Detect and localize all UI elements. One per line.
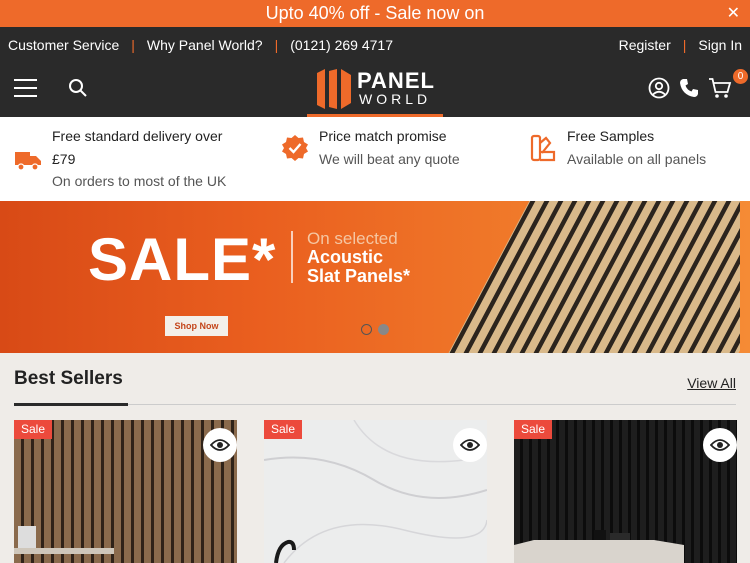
logo-mark-icon: [317, 69, 351, 109]
section-title-underline: [14, 403, 128, 406]
hero-line2: Acoustic: [307, 247, 384, 267]
carousel-dot-2[interactable]: [378, 324, 389, 335]
hero-line3: Slat Panels*: [307, 266, 411, 286]
promo-text: Upto 40% off - Sale now on: [265, 3, 485, 23]
utility-bar: Customer Service | Why Panel World? | (0…: [0, 27, 750, 63]
usp-price-match-title: Price match promise: [319, 128, 447, 144]
account-icon[interactable]: [648, 77, 670, 99]
hero-divider: [291, 231, 293, 283]
carousel-dots: [361, 324, 389, 335]
product-card[interactable]: Sale: [14, 420, 237, 563]
shop-now-button[interactable]: Shop Now: [165, 316, 228, 336]
product-card[interactable]: Sale: [264, 420, 487, 563]
hero-headline: SALE*: [88, 226, 277, 293]
promo-banner[interactable]: Upto 40% off - Sale now on ✕: [0, 0, 750, 27]
usp-price-match-sub: We will beat any quote: [319, 150, 460, 167]
sale-badge: Sale: [514, 420, 552, 439]
usp-delivery-title: Free standard delivery over: [52, 128, 223, 144]
hero-line1: On selected: [307, 229, 398, 248]
menu-icon[interactable]: [14, 79, 37, 97]
separator: |: [274, 37, 279, 53]
truck-icon: [15, 152, 41, 171]
why-panel-world-link[interactable]: Why Panel World?: [147, 37, 263, 53]
view-all-link[interactable]: View All: [687, 375, 736, 391]
samples-icon: [530, 134, 556, 162]
customer-service-link[interactable]: Customer Service: [8, 37, 119, 53]
search-icon[interactable]: [68, 78, 88, 98]
usp-delivery-sub: On orders to most of the UK: [52, 173, 227, 189]
usp-delivery-title2: £79: [52, 150, 76, 167]
eye-icon: [210, 439, 230, 451]
phone-link[interactable]: (0121) 269 4717: [290, 37, 393, 53]
carousel-dot-1[interactable]: [361, 324, 372, 335]
sale-badge: Sale: [264, 420, 302, 439]
cart-icon[interactable]: [708, 77, 732, 99]
cart-count-badge: 0: [733, 69, 748, 84]
separator: |: [682, 37, 687, 53]
eye-icon: [710, 439, 730, 451]
phone-icon[interactable]: [678, 77, 700, 99]
logo-text-world: WORLD: [359, 91, 432, 107]
product-card[interactable]: Sale: [514, 420, 737, 563]
main-nav: PANEL WORLD 0: [0, 63, 750, 117]
usp-samples: Free Samples Available on all panels: [567, 125, 706, 170]
close-icon[interactable]: ✕: [727, 0, 740, 27]
best-sellers-title: Best Sellers: [14, 368, 123, 389]
separator: |: [131, 37, 135, 53]
register-link[interactable]: Register: [619, 37, 671, 53]
usp-samples-sub: Available on all panels: [567, 150, 707, 167]
usp-delivery: Free standard delivery over £79 On order…: [52, 125, 226, 193]
sign-in-link[interactable]: Sign In: [698, 37, 742, 53]
sale-badge: Sale: [14, 420, 52, 439]
usp-samples-title: Free Samples: [567, 128, 655, 144]
quick-view-button[interactable]: [203, 428, 237, 462]
quick-view-button[interactable]: [453, 428, 487, 462]
eye-icon: [460, 439, 480, 451]
usp-bar: Free standard delivery over £79 On order…: [0, 117, 750, 201]
hero-banner[interactable]: SALE* On selected Acoustic Slat Panels* …: [0, 201, 750, 353]
badge-check-icon: [282, 135, 308, 161]
logo[interactable]: PANEL WORLD: [307, 63, 443, 117]
quick-view-button[interactable]: [703, 428, 737, 462]
slat-panel-image: [433, 201, 740, 353]
usp-price-match: Price match promise We will beat any quo…: [319, 125, 460, 170]
